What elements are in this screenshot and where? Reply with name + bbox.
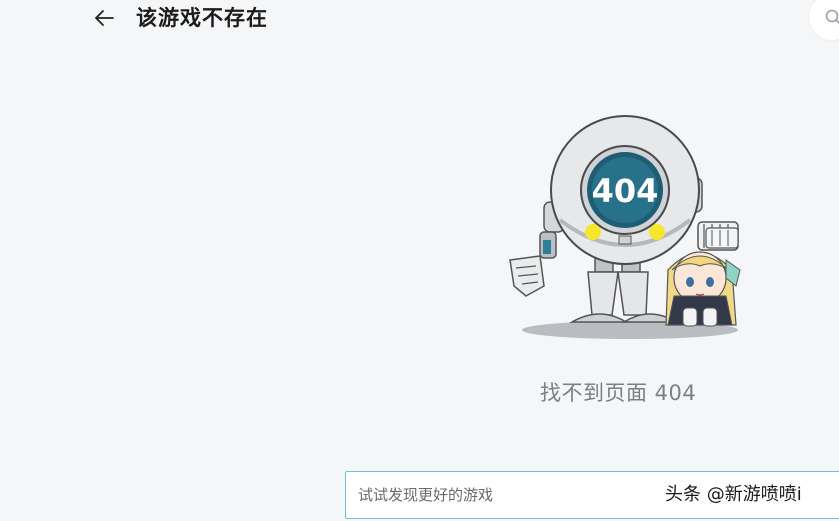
search-button[interactable] xyxy=(809,0,839,40)
watermark-text: 头条 @新游喷喷i xyxy=(665,484,802,505)
arrow-left-icon xyxy=(95,10,114,26)
robot-head: 404 xyxy=(550,115,700,265)
robot-404-illustration: 404 xyxy=(509,115,741,339)
back-button[interactable] xyxy=(90,4,118,32)
robot-screen-text: 404 xyxy=(592,172,659,210)
game-search-input[interactable] xyxy=(358,482,658,508)
not-found-message: 找不到页面 404 xyxy=(540,381,697,405)
page-title: 该游戏不存在 xyxy=(136,6,268,30)
search-icon xyxy=(825,9,839,25)
header-bar: 该游戏不存在 xyxy=(0,0,839,40)
